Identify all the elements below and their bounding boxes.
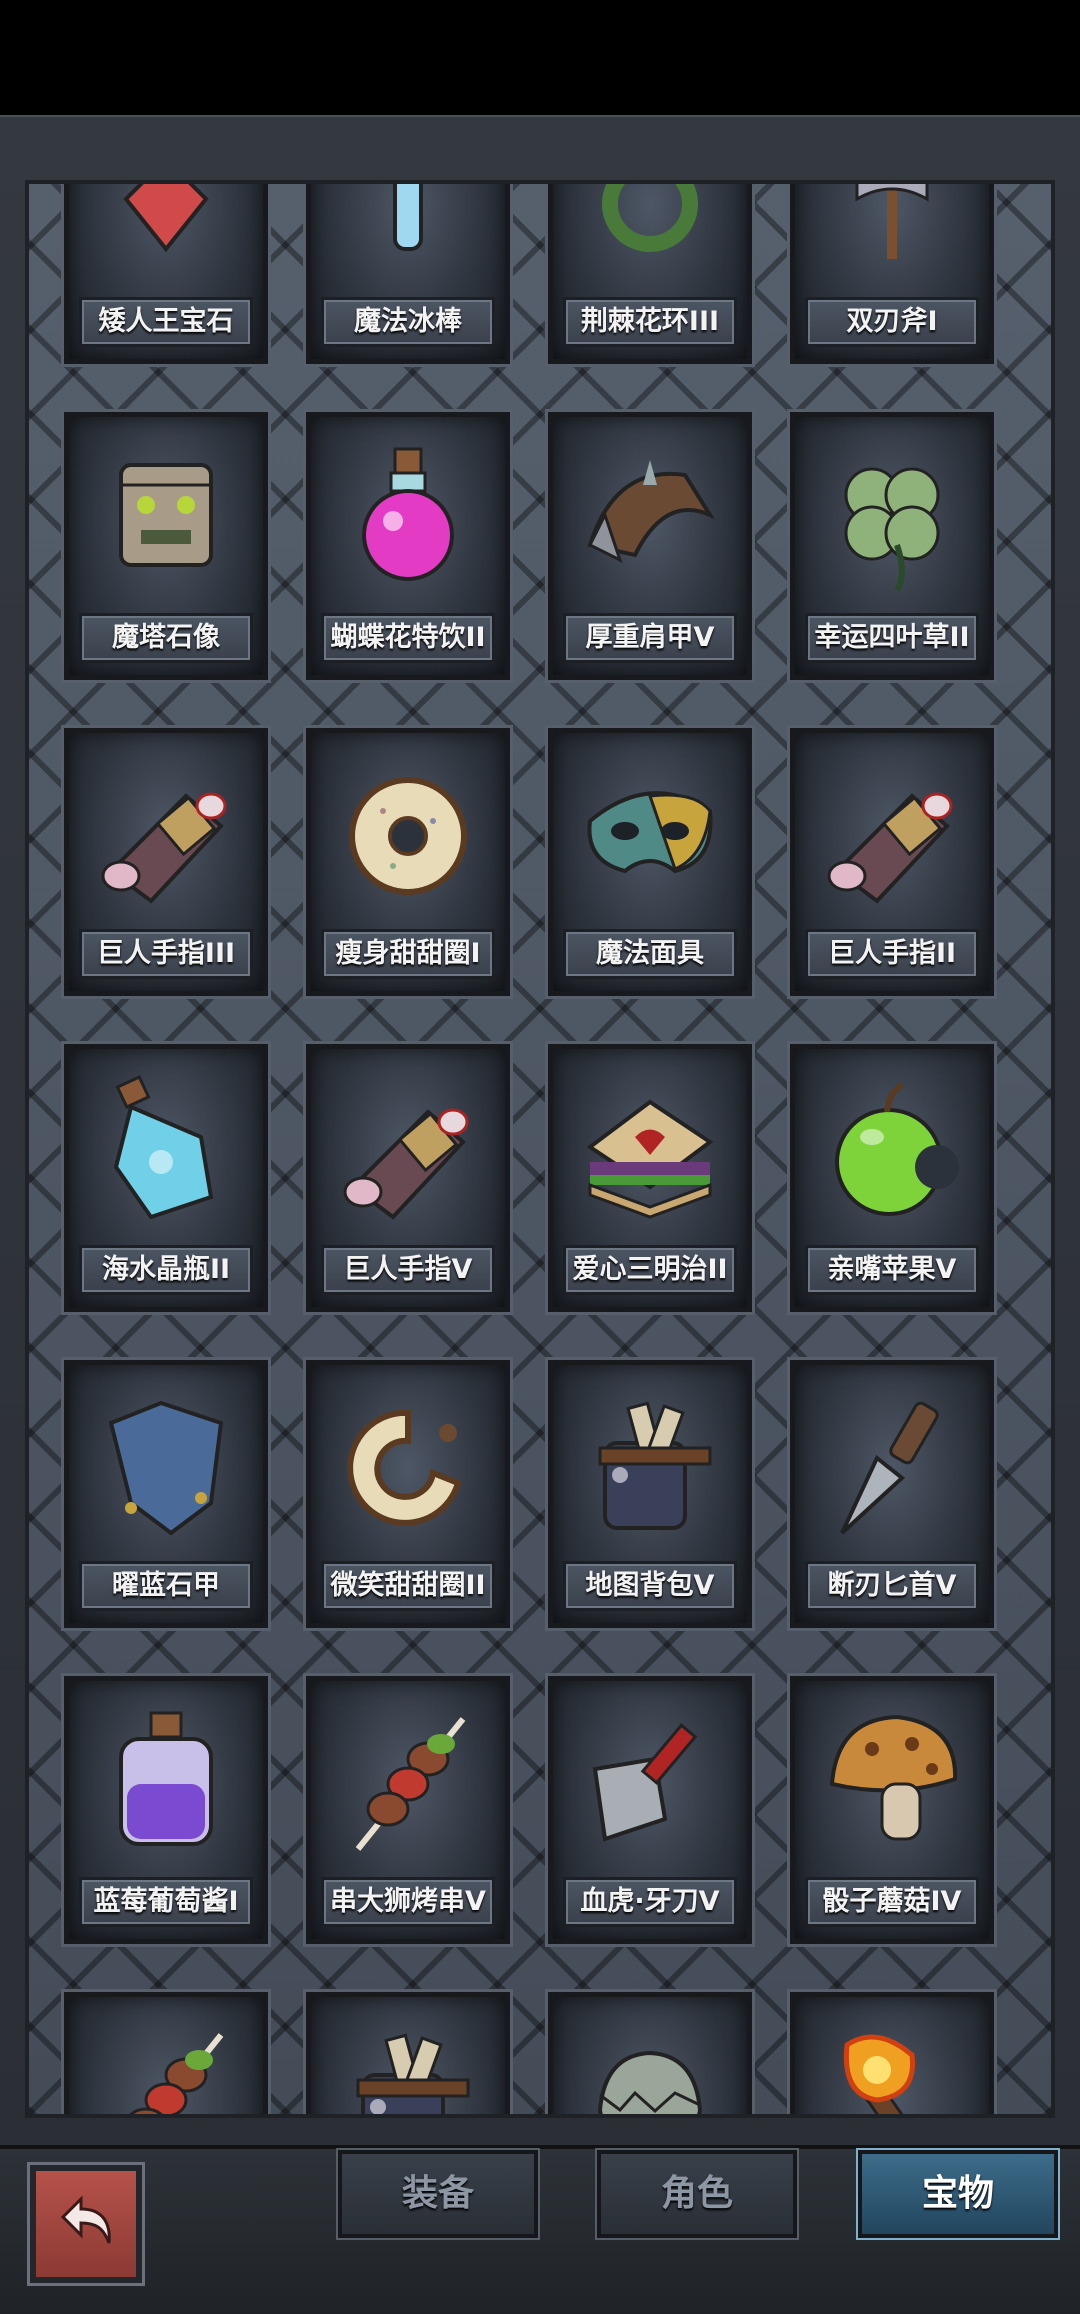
treasure-item-label: 荆棘花环III xyxy=(563,297,737,347)
armor-icon xyxy=(91,1383,241,1543)
sandwich-icon xyxy=(575,1067,725,1227)
totem-icon xyxy=(91,435,241,595)
treasure-item-label: 地图背包V xyxy=(563,1561,737,1611)
treasure-item-label: 蝴蝶花特饮II xyxy=(321,613,495,663)
bag-icon xyxy=(333,2015,483,2114)
treasure-item-label: 双刃斧I xyxy=(805,297,979,347)
treasure-item[interactable]: 巨人手指V xyxy=(306,1044,510,1312)
treasure-item[interactable]: 骰子蘑菇IV xyxy=(790,1676,994,1944)
mask-icon xyxy=(575,751,725,911)
treasure-item-label: 魔塔石像 xyxy=(79,613,253,663)
gem-icon xyxy=(91,184,241,279)
treasure-item[interactable]: 双刃斧I xyxy=(790,184,994,364)
cleaver-icon xyxy=(575,1699,725,1859)
treasure-item-label: 厚重肩甲V xyxy=(563,613,737,663)
tab-treasure[interactable]: 宝物 xyxy=(858,2150,1058,2238)
treasure-item[interactable]: 厚重肩甲V xyxy=(548,412,752,680)
treasure-item-label: 巨人手指V xyxy=(321,1245,495,1295)
kebab-icon xyxy=(333,1699,483,1859)
treasure-item[interactable] xyxy=(306,1992,510,2114)
treasure-item-label: 微笑甜甜圈II xyxy=(321,1561,495,1611)
treasure-item[interactable]: 微笑甜甜圈II xyxy=(306,1360,510,1628)
treasure-item[interactable] xyxy=(64,1992,268,2114)
clover-icon xyxy=(817,435,967,595)
potion-purple-icon xyxy=(91,1699,241,1859)
treasure-item[interactable]: 荆棘花环III xyxy=(548,184,752,364)
treasure-item[interactable]: 巨人手指III xyxy=(64,728,268,996)
tab-character[interactable]: 角色 xyxy=(597,2150,797,2238)
treasure-item[interactable]: 亲嘴苹果V xyxy=(790,1044,994,1312)
torch-icon xyxy=(817,2015,967,2114)
donut-bite-icon xyxy=(333,1383,483,1543)
treasure-item[interactable]: 瘦身甜甜圈I xyxy=(306,728,510,996)
finger-icon xyxy=(91,751,241,911)
shoulder-icon xyxy=(575,435,725,595)
treasure-item[interactable]: 地图背包V xyxy=(548,1360,752,1628)
treasure-item-label: 骰子蘑菇IV xyxy=(805,1877,979,1927)
treasure-item-label: 曜蓝石甲 xyxy=(79,1561,253,1611)
egg-icon xyxy=(575,2015,725,2114)
potion-blue-icon xyxy=(91,1067,241,1227)
treasure-item-label: 爱心三明治II xyxy=(563,1245,737,1295)
treasure-item[interactable]: 蝴蝶花特饮II xyxy=(306,412,510,680)
treasure-item-label: 魔法面具 xyxy=(563,929,737,979)
treasure-item[interactable] xyxy=(548,1992,752,2114)
mushroom-icon xyxy=(817,1699,967,1859)
finger-icon xyxy=(333,1067,483,1227)
treasure-item-label: 巨人手指III xyxy=(79,929,253,979)
treasure-item[interactable]: 串大狮烤串V xyxy=(306,1676,510,1944)
axe-icon xyxy=(817,184,967,279)
treasure-item-label: 血虎·牙刀V xyxy=(563,1877,737,1927)
tab-equipment[interactable]: 装备 xyxy=(338,2150,538,2238)
treasure-item[interactable]: 魔法面具 xyxy=(548,728,752,996)
treasure-item[interactable]: 巨人手指II xyxy=(790,728,994,996)
donut-icon xyxy=(333,751,483,911)
treasure-grid-scroll[interactable]: 矮人王宝石 魔法冰棒 荆棘花环III 双刃斧I 魔塔石像 蝴蝶花特饮II 厚重肩甲V 幸运四叶… xyxy=(25,180,1055,2118)
wreath-icon xyxy=(575,184,725,279)
treasure-item-label: 串大狮烤串V xyxy=(321,1877,495,1927)
status-bar-area xyxy=(0,0,1080,115)
treasure-item[interactable]: 断刃匕首V xyxy=(790,1360,994,1628)
treasure-item-label: 幸运四叶草II xyxy=(805,613,979,663)
dagger-icon xyxy=(817,1383,967,1543)
potion-pink-icon xyxy=(333,435,483,595)
treasure-item-label: 矮人王宝石 xyxy=(79,297,253,347)
ice-icon xyxy=(333,184,483,279)
kebab-icon xyxy=(91,2015,241,2114)
treasure-item[interactable]: 蓝莓葡萄酱I xyxy=(64,1676,268,1944)
apple-icon xyxy=(817,1067,967,1227)
treasure-item[interactable]: 魔塔石像 xyxy=(64,412,268,680)
treasure-item[interactable]: 矮人王宝石 xyxy=(64,184,268,364)
treasure-item-label: 亲嘴苹果V xyxy=(805,1245,979,1295)
treasure-item-label: 瘦身甜甜圈I xyxy=(321,929,495,979)
treasure-item[interactable]: 爱心三明治II xyxy=(548,1044,752,1312)
finger-icon xyxy=(817,751,967,911)
treasure-item-label: 断刃匕首V xyxy=(805,1561,979,1611)
treasure-item-label: 海水晶瓶II xyxy=(79,1245,253,1295)
back-button[interactable] xyxy=(30,2165,142,2283)
treasure-item[interactable]: 海水晶瓶II xyxy=(64,1044,268,1312)
treasure-item-label: 巨人手指II xyxy=(805,929,979,979)
treasure-item[interactable]: 魔法冰棒 xyxy=(306,184,510,364)
treasure-item[interactable]: 幸运四叶草II xyxy=(790,412,994,680)
treasure-item[interactable] xyxy=(790,1992,994,2114)
treasure-item[interactable]: 曜蓝石甲 xyxy=(64,1360,268,1628)
treasure-item-label: 魔法冰棒 xyxy=(321,297,495,347)
treasure-item-label: 蓝莓葡萄酱I xyxy=(79,1877,253,1927)
treasure-item[interactable]: 血虎·牙刀V xyxy=(548,1676,752,1944)
return-arrow-icon xyxy=(51,2187,121,2261)
bag-icon xyxy=(575,1383,725,1543)
